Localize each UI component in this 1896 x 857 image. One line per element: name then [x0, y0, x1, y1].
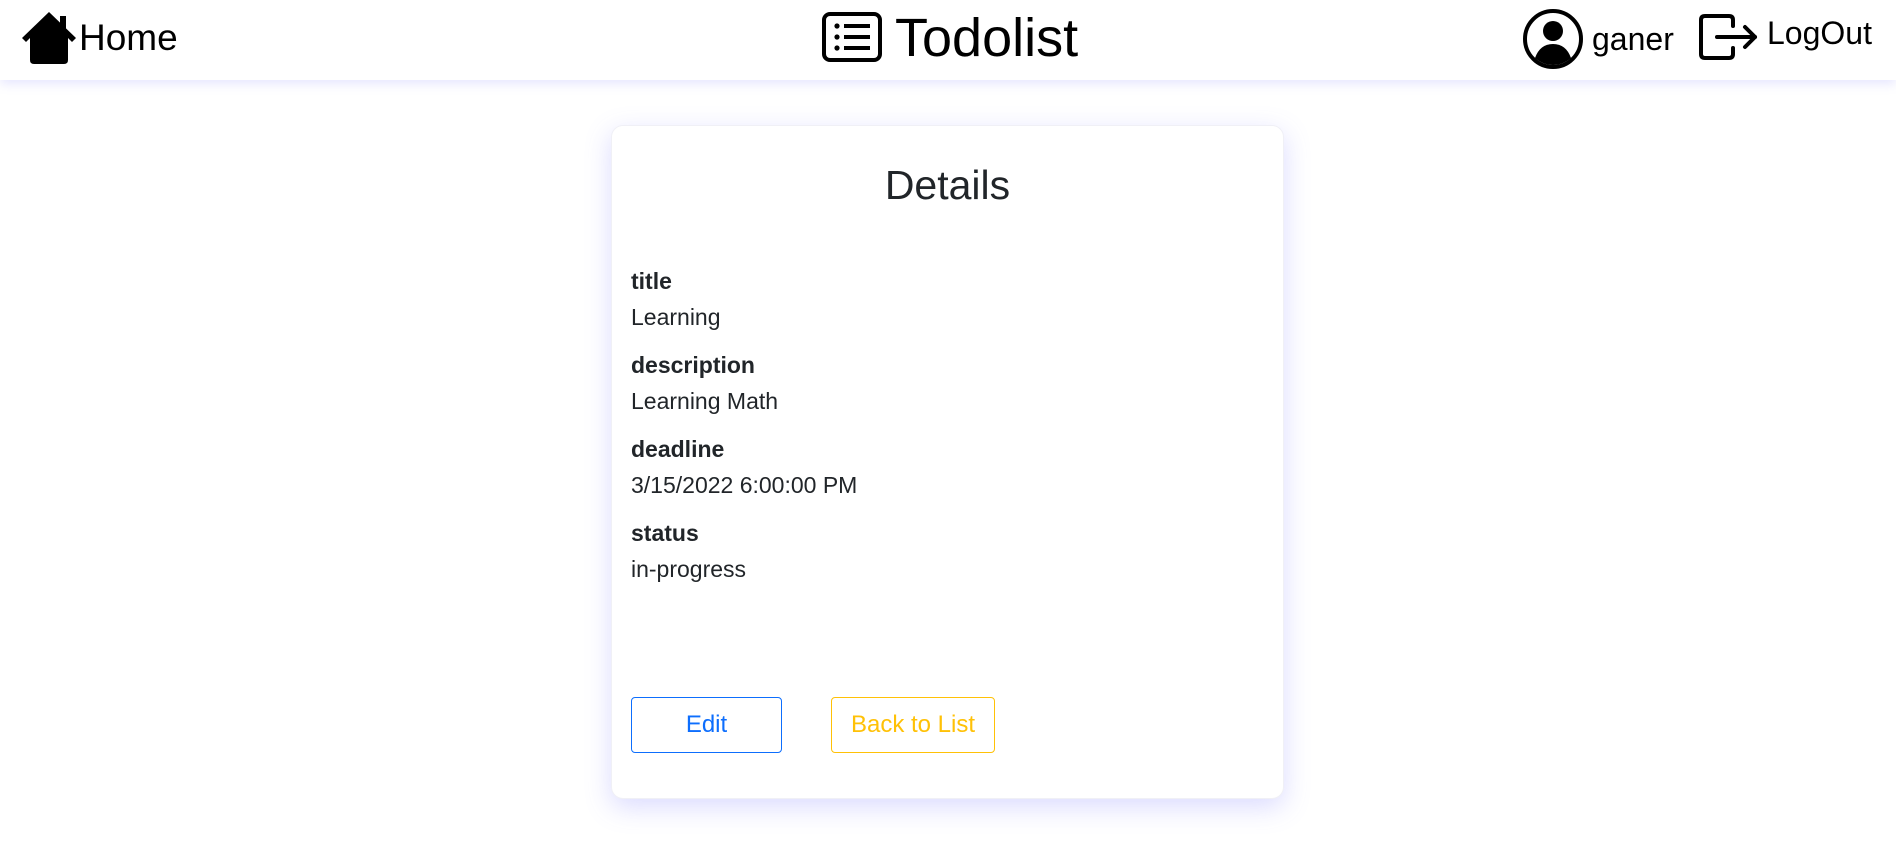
edit-button[interactable]: Edit [631, 697, 782, 753]
field-value-status: in-progress [631, 556, 747, 582]
brand: Todolist [821, 8, 1078, 68]
logout-link[interactable]: LogOut [1697, 12, 1872, 62]
home-label: Home [79, 17, 178, 58]
brand-label: Todolist [895, 8, 1079, 68]
user-label: ganer [1592, 20, 1674, 57]
field-value-deadline: 3/15/2022 6:00:00 PM [631, 472, 858, 498]
logout-label: LogOut [1767, 14, 1872, 51]
field-label-title: title [631, 268, 672, 294]
house-icon [22, 12, 76, 64]
user-menu[interactable]: ganer [1522, 8, 1674, 70]
logout-icon [1699, 14, 1757, 60]
card-title: Details [884, 162, 1011, 208]
field-value-title: Learning [631, 304, 721, 330]
home-link[interactable]: Home [20, 10, 178, 66]
field-value-description: Learning Math [631, 388, 779, 414]
user-circle-icon [1523, 9, 1583, 69]
navbar: Home Todolist ganer LogOut [0, 0, 1896, 80]
field-label-description: description [631, 352, 755, 378]
field-label-status: status [631, 520, 699, 546]
list-icon [822, 12, 882, 62]
back-to-list-button[interactable]: Back to List [831, 697, 995, 753]
details-card: Details title Learning description Learn… [611, 125, 1284, 799]
field-label-deadline: deadline [631, 436, 725, 462]
